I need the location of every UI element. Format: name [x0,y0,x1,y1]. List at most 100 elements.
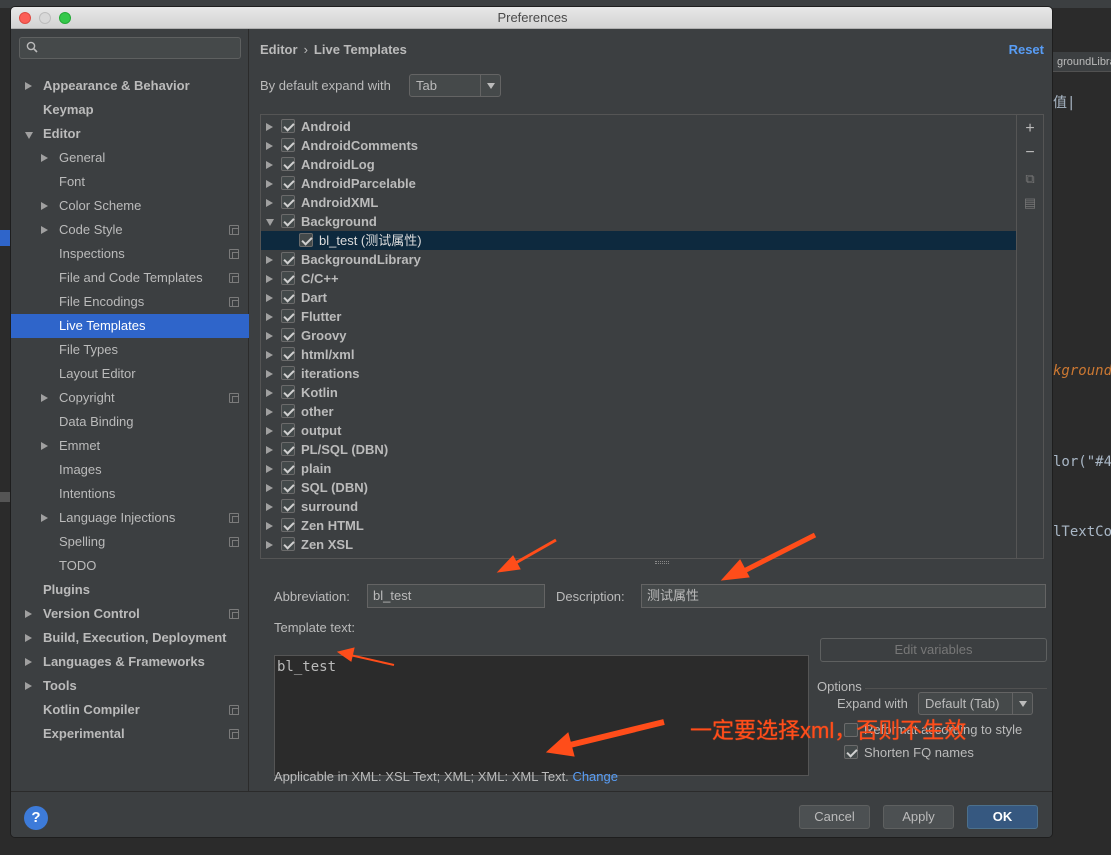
template-group[interactable]: Kotlin [261,383,1016,402]
copy-icon[interactable]: ⧉ [1022,171,1038,187]
template-group[interactable]: Dart [261,288,1016,307]
chevron-right-icon[interactable] [41,154,48,162]
chevron-right-icon[interactable] [266,503,273,511]
template-group[interactable]: Groovy [261,326,1016,345]
chevron-right-icon[interactable] [266,123,273,131]
sidebar-item[interactable]: Spelling [11,530,249,554]
chevron-right-icon[interactable] [266,332,273,340]
sidebar-item[interactable]: Live Templates [11,314,249,338]
sidebar-item[interactable]: TODO [11,554,249,578]
template-checkbox[interactable] [281,480,295,494]
chevron-right-icon[interactable] [266,275,273,283]
template-group[interactable]: output [261,421,1016,440]
template-group[interactable]: plain [261,459,1016,478]
sidebar-item[interactable]: Editor [11,122,249,146]
template-checkbox[interactable] [281,366,295,380]
template-checkbox[interactable] [281,499,295,513]
sidebar-item[interactable]: Inspections [11,242,249,266]
chevron-right-icon[interactable] [25,658,32,666]
template-checkbox[interactable] [281,157,295,171]
help-icon[interactable]: ? [24,806,48,830]
expand-with-select[interactable]: Default (Tab) [918,692,1033,715]
add-icon[interactable]: + [1022,121,1038,137]
template-group[interactable]: AndroidParcelable [261,174,1016,193]
template-group[interactable]: Zen XSL [261,535,1016,554]
template-item[interactable]: bl_test (测试属性) [261,231,1016,250]
sidebar-item[interactable]: Experimental [11,722,249,746]
sidebar-item[interactable]: Copyright [11,386,249,410]
sidebar-item[interactable]: Version Control [11,602,249,626]
sidebar-item[interactable]: Appearance & Behavior [11,74,249,98]
template-group[interactable]: AndroidComments [261,136,1016,155]
change-context-link[interactable]: Change [572,769,618,784]
chevron-right-icon[interactable] [266,180,273,188]
template-checkbox[interactable] [281,461,295,475]
template-checkbox[interactable] [281,195,295,209]
chevron-right-icon[interactable] [41,202,48,210]
sidebar-item[interactable]: Language Injections [11,506,249,530]
template-checkbox[interactable] [281,537,295,551]
chevron-right-icon[interactable] [266,370,273,378]
template-checkbox[interactable] [281,423,295,437]
sidebar-item[interactable]: Languages & Frameworks [11,650,249,674]
sidebar-item[interactable]: Color Scheme [11,194,249,218]
template-checkbox[interactable] [281,271,295,285]
template-group[interactable]: Background [261,212,1016,231]
chevron-right-icon[interactable] [266,408,273,416]
restore-icon[interactable]: ▤ [1022,195,1038,211]
template-checkbox[interactable] [281,214,295,228]
template-group[interactable]: Flutter [261,307,1016,326]
shorten-fq-checkbox[interactable] [844,745,858,759]
splitter-handle[interactable] [655,561,669,564]
sidebar-item[interactable]: Keymap [11,98,249,122]
chevron-right-icon[interactable] [25,82,32,90]
chevron-right-icon[interactable] [266,161,273,169]
sidebar-item[interactable]: Font [11,170,249,194]
template-checkbox[interactable] [281,176,295,190]
chevron-right-icon[interactable] [25,634,32,642]
template-checkbox[interactable] [281,328,295,342]
sidebar-item[interactable]: Emmet [11,434,249,458]
template-checkbox[interactable] [281,404,295,418]
sidebar-item[interactable]: Plugins [11,578,249,602]
chevron-right-icon[interactable] [41,442,48,450]
template-group[interactable]: surround [261,497,1016,516]
abbreviation-input[interactable]: bl_test [367,584,545,608]
sidebar-item[interactable]: Layout Editor [11,362,249,386]
template-checkbox[interactable] [281,385,295,399]
cancel-button[interactable]: Cancel [799,805,870,829]
sidebar-item[interactable]: Build, Execution, Deployment [11,626,249,650]
template-group[interactable]: Zen HTML [261,516,1016,535]
apply-button[interactable]: Apply [883,805,954,829]
sidebar-item[interactable]: Tools [11,674,249,698]
sidebar-item[interactable]: File and Code Templates [11,266,249,290]
template-group[interactable]: other [261,402,1016,421]
chevron-right-icon[interactable] [266,256,273,264]
settings-search-input[interactable] [19,37,241,59]
template-group[interactable]: Android [261,117,1016,136]
chevron-right-icon[interactable] [266,465,273,473]
template-checkbox[interactable] [281,290,295,304]
chevron-right-icon[interactable] [266,142,273,150]
sidebar-item[interactable]: General [11,146,249,170]
template-group[interactable]: BackgroundLibrary [261,250,1016,269]
template-group[interactable]: AndroidLog [261,155,1016,174]
chevron-down-icon[interactable] [266,219,274,226]
template-checkbox[interactable] [281,119,295,133]
remove-icon[interactable]: − [1022,145,1038,161]
template-group[interactable]: SQL (DBN) [261,478,1016,497]
chevron-right-icon[interactable] [266,199,273,207]
template-checkbox[interactable] [281,138,295,152]
chevron-right-icon[interactable] [41,226,48,234]
chevron-right-icon[interactable] [41,514,48,522]
template-group[interactable]: AndroidXML [261,193,1016,212]
chevron-right-icon[interactable] [25,682,32,690]
template-checkbox[interactable] [281,347,295,361]
sidebar-item[interactable]: Kotlin Compiler [11,698,249,722]
chevron-right-icon[interactable] [266,446,273,454]
chevron-right-icon[interactable] [25,610,32,618]
template-group[interactable]: PL/SQL (DBN) [261,440,1016,459]
template-checkbox[interactable] [281,252,295,266]
chevron-right-icon[interactable] [266,541,273,549]
chevron-right-icon[interactable] [41,394,48,402]
